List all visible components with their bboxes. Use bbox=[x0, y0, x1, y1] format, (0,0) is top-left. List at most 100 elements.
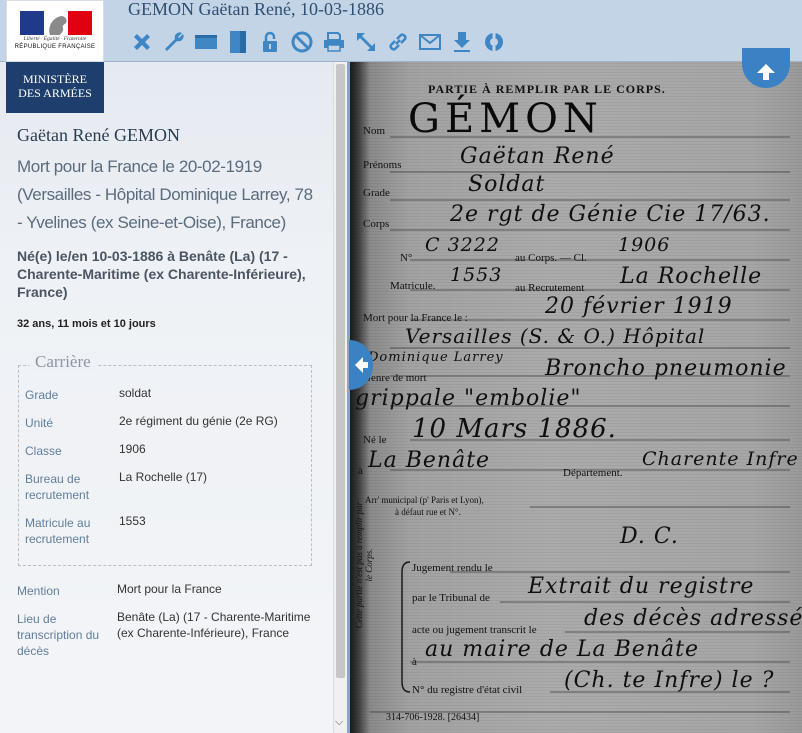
print-button[interactable] bbox=[318, 28, 350, 56]
handwritten-lieu-mort-2: Dominique Larrey bbox=[368, 350, 504, 365]
handwritten-no: C 3222 bbox=[425, 234, 500, 256]
form-footer: 314-706-1928. [26434] bbox=[386, 712, 480, 723]
handwritten-tribunal: Extrait du registre bbox=[528, 574, 755, 599]
download-icon bbox=[454, 32, 470, 52]
label-acte: acte ou jugement transcrit le bbox=[412, 624, 537, 636]
label-grade: Grade bbox=[363, 187, 390, 199]
career-legend: Carrière bbox=[29, 352, 97, 372]
career-value-classe: 1906 bbox=[119, 442, 146, 456]
career-label-unite: Unité bbox=[25, 416, 54, 430]
birth-info: Né(e) le/en 10-03-1886 à Benâte (La) (17… bbox=[17, 248, 306, 300]
mail-icon bbox=[419, 34, 441, 50]
handwritten-registre: (Ch. te Infre) le ? bbox=[564, 668, 775, 693]
label-prenoms: Prénoms bbox=[363, 159, 402, 171]
document-image[interactable]: PARTIE À REMPLIR PAR LE CORPS. Nom GÉMON… bbox=[350, 62, 802, 733]
age-info: 32 ans, 11 mois et 10 jours bbox=[17, 318, 156, 330]
handwritten-genre-1: Broncho pneumonie bbox=[545, 356, 787, 381]
mention-label: Mention bbox=[17, 584, 60, 598]
forbidden-icon bbox=[291, 31, 313, 53]
form-heading: PARTIE À REMPLIR PAR LE CORPS. bbox=[428, 82, 666, 96]
handwritten-dc: D. C. bbox=[620, 524, 679, 549]
lieu-label: Lieu de transcription du décès bbox=[17, 612, 100, 658]
label-tribunal: par le Tribunal de bbox=[412, 592, 490, 604]
panel-scrollbar[interactable]: ⌵ bbox=[333, 62, 347, 733]
lifebuoy-icon bbox=[485, 32, 503, 52]
label-arr-2: à défaut rue et N°. bbox=[395, 507, 461, 517]
arrow-up-icon bbox=[757, 64, 775, 80]
label-jugement: Jugement rendu le bbox=[412, 562, 493, 574]
handwritten-classe: 1906 bbox=[618, 234, 671, 256]
vertical-note: Cette partie n'est pas à remplir par le … bbox=[354, 501, 374, 629]
label-a: à bbox=[358, 465, 363, 477]
ministere-text: MINISTÈRE DES ARMÉES bbox=[18, 72, 92, 100]
handwritten-nom: GÉMON bbox=[408, 96, 603, 142]
link-icon bbox=[389, 33, 407, 51]
mention-value: Mort pour la France bbox=[117, 582, 222, 596]
label-departement: Département. bbox=[563, 467, 623, 479]
career-label-grade: Grade bbox=[25, 388, 59, 402]
fit-width-icon bbox=[195, 35, 217, 49]
close-button[interactable] bbox=[126, 28, 158, 56]
handwritten-prenoms: Gaëtan René bbox=[460, 144, 615, 169]
career-label-bureau: Bureau de recrutement bbox=[25, 472, 90, 502]
handwritten-genre-2: grippale "embolie" bbox=[355, 386, 582, 411]
fit-height-icon bbox=[230, 31, 246, 53]
death-info: Mort pour la France le 20-02-1919 (Versa… bbox=[17, 157, 313, 232]
label-corps: Corps bbox=[363, 218, 390, 230]
career-value-matricule: 1553 bbox=[119, 514, 146, 528]
label-au-recrutement: au Recrutement bbox=[515, 282, 585, 294]
handwritten-grade: Soldat bbox=[468, 172, 546, 197]
republique-text: RÉPUBLIQUE FRANÇAISE bbox=[14, 44, 96, 50]
toolbar bbox=[126, 28, 510, 56]
handwritten-recrutement: La Rochelle bbox=[620, 264, 763, 289]
fit-height-button[interactable] bbox=[222, 28, 254, 56]
label-matricule: Matricule. bbox=[390, 280, 436, 292]
resize-icon bbox=[357, 33, 375, 51]
label-nom: Nom bbox=[363, 125, 385, 137]
scrollbar-thumb[interactable] bbox=[336, 64, 345, 678]
label-genre-mort: Genre de mort bbox=[363, 372, 427, 384]
help-button[interactable] bbox=[478, 28, 510, 56]
arrow-left-icon bbox=[355, 357, 368, 373]
republique-francaise-logo: Liberté · Égalité · Fraternité RÉPUBLIQU… bbox=[6, 0, 104, 62]
forbidden-button[interactable] bbox=[286, 28, 318, 56]
career-fieldset: Carrière Grade soldat Unité 2e régiment … bbox=[18, 352, 312, 566]
label-a2: à bbox=[412, 656, 417, 668]
mail-button[interactable] bbox=[414, 28, 446, 56]
ministry-logo[interactable]: Liberté · Égalité · Fraternité RÉPUBLIQU… bbox=[6, 0, 104, 113]
label-ne-le: Né le bbox=[363, 434, 387, 446]
header-bar: GEMON Gaëtan René, 10-03-1886 bbox=[0, 0, 802, 62]
settings-button[interactable] bbox=[158, 28, 190, 56]
close-icon bbox=[134, 34, 150, 50]
career-label-matricule: Matricule au recrutement bbox=[25, 516, 91, 546]
handwritten-matricule: 1553 bbox=[450, 264, 503, 286]
career-value-unite: 2e régiment du génie (2e RG) bbox=[119, 414, 278, 428]
label-registre: N° du registre d'état civil bbox=[412, 684, 523, 696]
handwritten-date-mort: 20 février 1919 bbox=[545, 294, 733, 319]
handwritten-departement: Charente Infre bbox=[642, 448, 799, 470]
document-title: GEMON Gaëtan René, 10-03-1886 bbox=[128, 0, 384, 19]
marianne-emblem-icon bbox=[20, 11, 92, 35]
download-button[interactable] bbox=[446, 28, 478, 56]
link-button[interactable] bbox=[382, 28, 414, 56]
label-au-corps: au Corps. — Cl. bbox=[515, 252, 587, 264]
scroll-down-arrow-icon[interactable]: ⌵ bbox=[335, 716, 343, 729]
handwritten-acte: des décès adressé bbox=[584, 606, 802, 631]
devise-text: Liberté · Égalité · Fraternité bbox=[23, 36, 87, 42]
label-arr-1: Arr' municipal (p' Paris et Lyon), bbox=[365, 495, 484, 505]
handwritten-lieu-mort-1: Versailles (S. & O.) Hôpital bbox=[405, 324, 706, 348]
print-icon bbox=[324, 32, 344, 52]
handwritten-a2: au maire de La Benâte bbox=[425, 637, 699, 662]
handwritten-corps: 2e rgt de Génie Cie 17/63. bbox=[450, 202, 771, 227]
lock-icon bbox=[263, 31, 277, 52]
label-mort-pour: Mort pour la France le : bbox=[363, 312, 468, 324]
career-value-bureau: La Rochelle (17) bbox=[119, 470, 208, 484]
handwritten-lieu-naissance: La Benâte bbox=[368, 448, 491, 473]
handwritten-date-naissance: 10 Mars 1886. bbox=[412, 414, 617, 444]
career-label-classe: Classe bbox=[25, 444, 62, 458]
lock-button[interactable] bbox=[254, 28, 286, 56]
person-name: Gaëtan René GEMON bbox=[17, 125, 180, 145]
resize-button[interactable] bbox=[350, 28, 382, 56]
fit-width-button[interactable] bbox=[190, 28, 222, 56]
label-no: N° bbox=[400, 252, 413, 264]
